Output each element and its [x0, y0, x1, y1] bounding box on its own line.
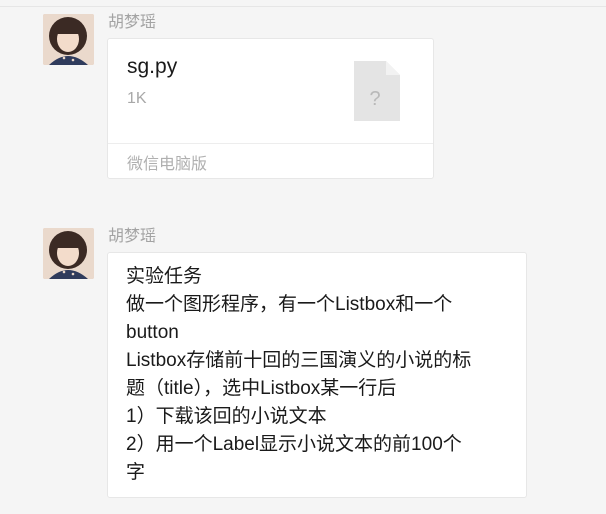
message-text-line: button — [126, 322, 179, 343]
file-source-label: 微信电脑版 — [127, 156, 208, 173]
chat-top-divider — [0, 0, 606, 7]
unknown-file-icon: ? — [354, 61, 400, 121]
message-text-line: 2）用一个Label显示小说文本的前100个 — [126, 434, 462, 455]
file-card-divider — [108, 143, 433, 144]
message-text-line: 1）下载该回的小说文本 — [126, 406, 327, 427]
message-text-line: 实验任务 — [126, 266, 203, 287]
sender-name: 胡梦瑶 — [108, 228, 157, 245]
file-message-card[interactable]: sg.py 1K ? 微信电脑版 — [107, 38, 434, 179]
sender-avatar[interactable] — [43, 228, 94, 279]
file-size: 1K — [127, 90, 147, 107]
file-name: sg.py — [127, 55, 178, 78]
file-icon-glyph: ? — [369, 88, 380, 110]
message-text-line: 字 — [126, 462, 146, 483]
message-text-line: 做一个图形程序，有一个Listbox和一个 — [126, 294, 453, 315]
sender-name: 胡梦瑶 — [108, 14, 157, 31]
sender-avatar[interactable] — [43, 14, 94, 65]
text-message-bubble[interactable]: 实验任务 做一个图形程序，有一个Listbox和一个 button Listbo… — [107, 252, 527, 498]
message-text-line: 题（title），选中Listbox某一行后 — [126, 378, 397, 399]
message-text-line: Listbox存储前十回的三国演义的小说的标 — [126, 350, 472, 371]
